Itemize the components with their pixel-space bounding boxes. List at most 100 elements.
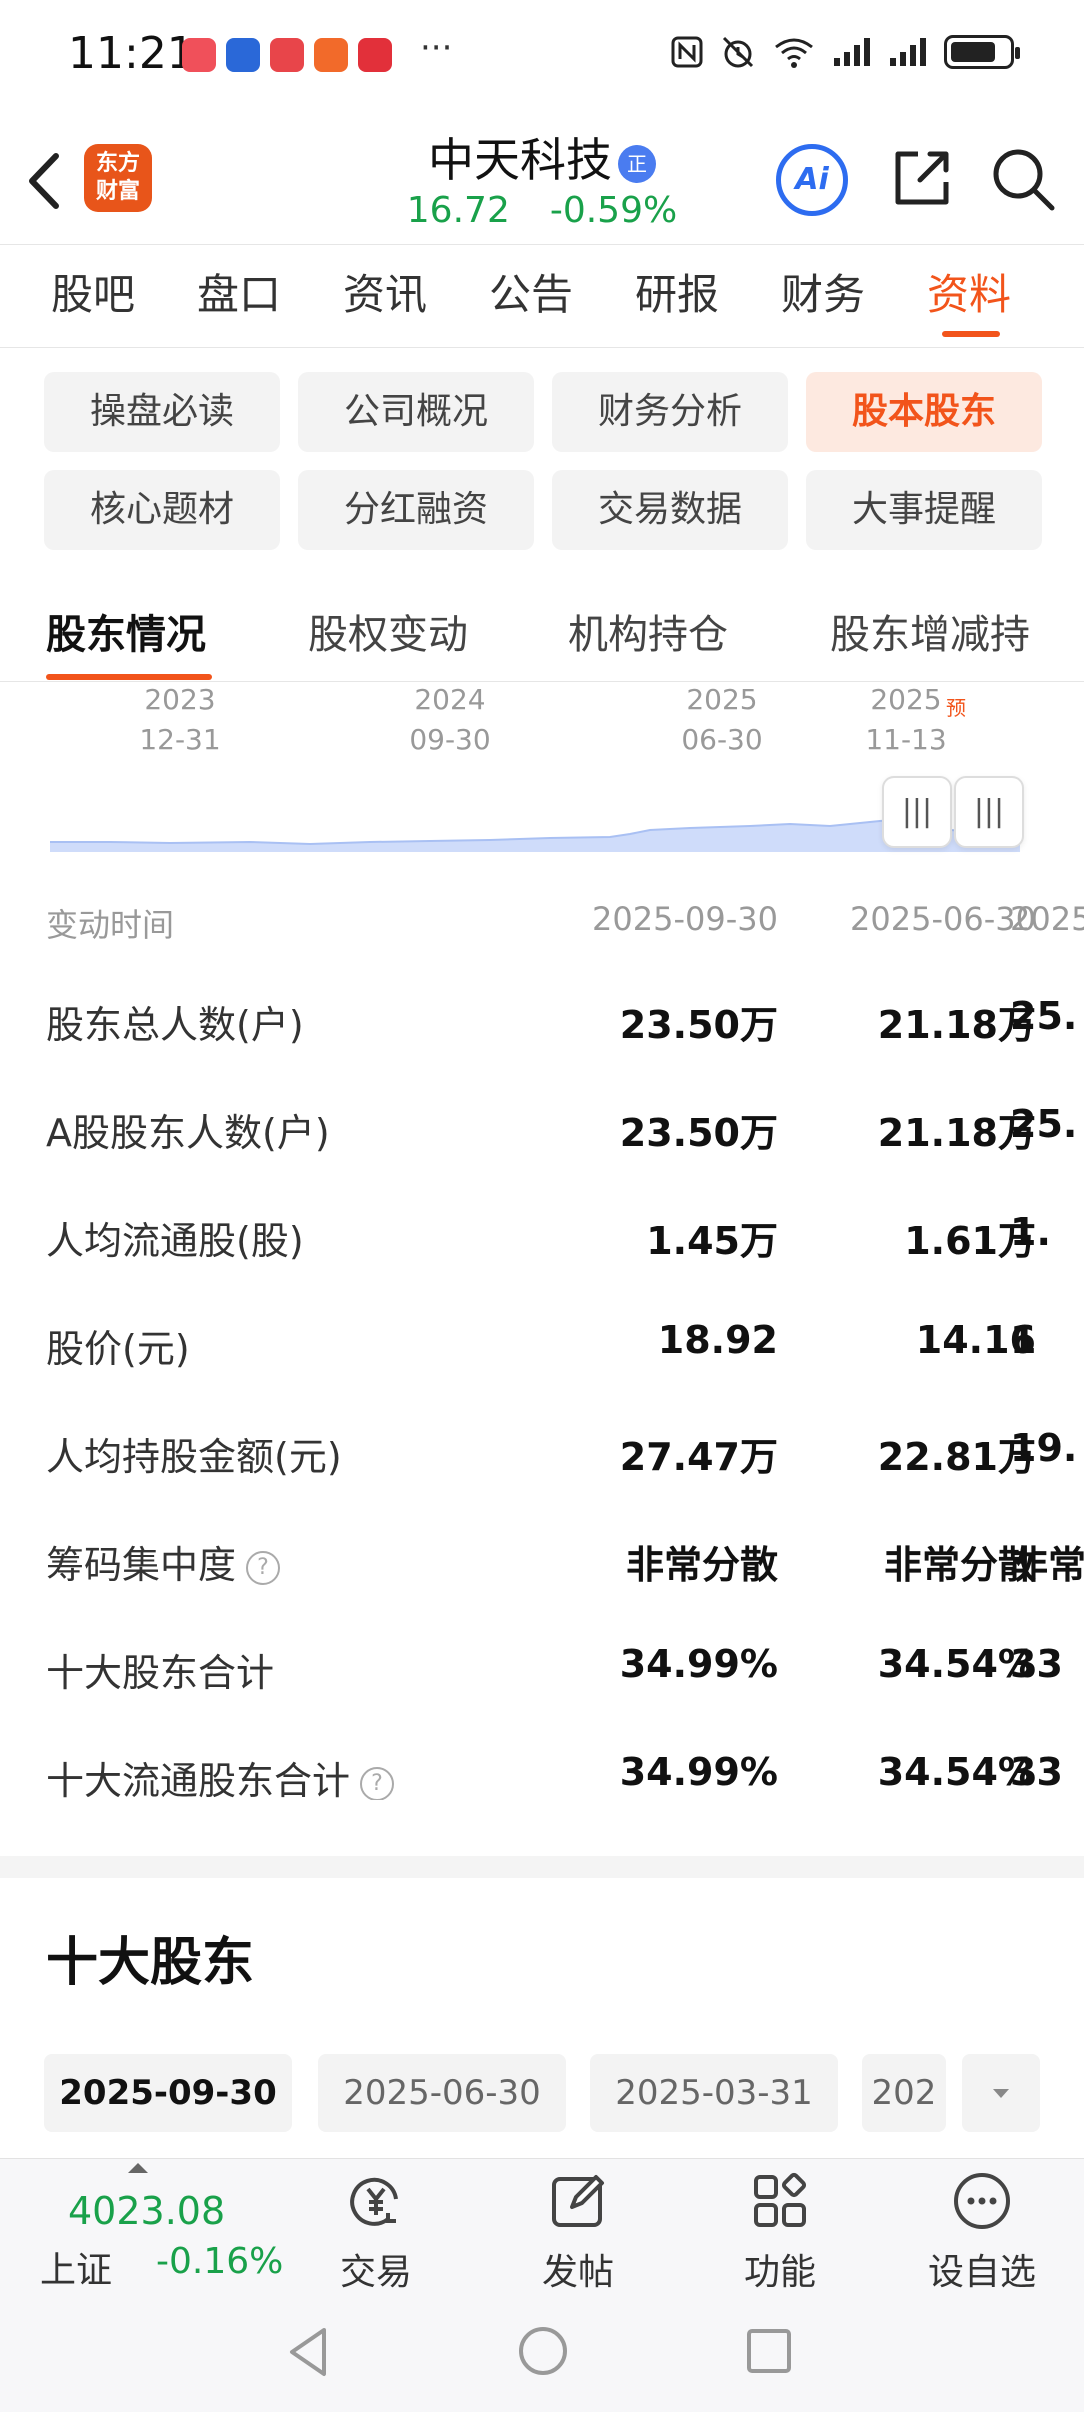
cell-signal-icon (890, 38, 926, 66)
grid-apps-icon (754, 2172, 807, 2227)
share-icon[interactable] (890, 146, 954, 210)
main-tabs: 股吧 盘口 资讯 公告 研报 财务 资料 (0, 244, 1084, 348)
row-label: 筹码集中度 (46, 1543, 237, 1587)
add-watchlist-label: 设自选 (927, 2252, 1036, 2293)
cell-value: 27.47万 (619, 1435, 778, 1479)
cell-value: 23.50万 (619, 1111, 778, 1155)
trade-button[interactable]: 交易 (306, 2169, 446, 2295)
cell-value: 19. (1010, 1426, 1078, 1470)
row-label: 人均流通股(股) (46, 1219, 304, 1263)
tab-pankou[interactable]: 盘口 (166, 245, 312, 347)
stock-change: -0.59% (549, 190, 678, 231)
battery-icon (944, 35, 1020, 69)
date-chip[interactable]: 202 (862, 2054, 946, 2132)
status-time: 11:21 (68, 28, 195, 79)
header-date-col3: 2025-0 (1010, 900, 1084, 938)
subtab-holding-changes[interactable]: 股东增减持 (830, 602, 1030, 660)
cell-value: 21.18万 (877, 1003, 1036, 1047)
timeline-label: 2024 09-30 (409, 683, 491, 756)
table-row: A股股东人数(户) 23.50万 21.18万 25. (0, 1102, 1084, 1182)
table-row: 十大股东合计 34.99% 34.54% 33 (0, 1642, 1084, 1722)
row-label: 股价(元) (46, 1327, 190, 1371)
section-divider (0, 1856, 1084, 1878)
subtab-shareholder-status[interactable]: 股东情况 (46, 602, 206, 660)
tab-finance[interactable]: 财务 (750, 245, 896, 347)
cell-value: 25. (1010, 1102, 1078, 1146)
tab-profile[interactable]: 资料 (896, 245, 1042, 347)
trade-icon (350, 2177, 398, 2226)
nav-home-icon[interactable] (516, 2324, 570, 2378)
stock-header: 东方 财富 中天科技正 16.72 -0.59% Ai (0, 110, 1084, 245)
search-icon[interactable] (990, 146, 1056, 212)
subtab-equity-changes[interactable]: 股权变动 (308, 602, 468, 660)
cell-value: 18.92 (657, 1318, 778, 1362)
top10-section-title: 十大股东 (46, 1933, 255, 1993)
index-change[interactable]: -0.16% (156, 2241, 283, 2282)
help-icon[interactable]: ? (360, 1766, 395, 1800)
date-chip[interactable]: 2025-09-30 (44, 2054, 292, 2132)
header-label: 变动时间 (46, 906, 175, 944)
index-name[interactable]: 上证 (40, 2241, 112, 2293)
cell-value: 非常 (1010, 1543, 1084, 1587)
row-label: 股东总人数(户) (46, 1003, 304, 1047)
cell-value: 非常分散 (883, 1543, 1036, 1587)
date-chip[interactable]: 2025-03-31 (590, 2054, 838, 2132)
status-app-icons (182, 38, 392, 72)
chip-core-themes[interactable]: 核心题材 (44, 470, 280, 550)
date-chip[interactable]: 2025-06-30 (318, 2054, 566, 2132)
timeline-range-handle-left[interactable]: ||| (882, 776, 952, 848)
table-row: 股东总人数(户) 23.50万 21.18万 25. (0, 994, 1084, 1074)
more-options-icon (954, 2173, 1010, 2229)
cell-value: 14.16 (915, 1318, 1036, 1362)
stock-price: 16.72 (406, 190, 510, 231)
chip-trading-data[interactable]: 交易数据 (552, 470, 788, 550)
tab-guba[interactable]: 股吧 (20, 245, 166, 347)
nav-recents-icon[interactable] (744, 2326, 794, 2376)
tab-news[interactable]: 资讯 (312, 245, 458, 347)
add-watchlist-button[interactable]: 设自选 (912, 2169, 1052, 2295)
trade-label: 交易 (339, 2252, 412, 2293)
help-icon[interactable]: ? (246, 1550, 281, 1585)
table-row: 人均流通股(股) 1.45万 1.61万 1. (0, 1210, 1084, 1290)
post-button[interactable]: 发帖 (508, 2169, 648, 2295)
chip-shareholders[interactable]: 股本股东 (806, 372, 1042, 452)
row-label: 人均持股金额(元) (46, 1435, 342, 1479)
subtab-institutional-holdings[interactable]: 机构持仓 (568, 602, 728, 660)
cell-value: 34.99% (619, 1750, 778, 1794)
tab-research[interactable]: 研报 (604, 245, 750, 347)
top10-date-selector: 2025-09-30 2025-06-30 2025-03-31 202 (44, 2054, 1084, 2134)
table-row: 筹码集中度? 非常分散 非常分散 非常 (0, 1534, 1084, 1614)
app-notification-icon (270, 38, 304, 72)
date-dropdown-button[interactable] (962, 2054, 1040, 2132)
timeline-label: 2023 12-31 (139, 683, 221, 756)
row-label-with-help: 十大流通股东合计? (46, 1750, 395, 1800)
more-notifications-icon: ··· (420, 28, 453, 68)
functions-button[interactable]: 功能 (710, 2169, 850, 2295)
cell-value: 22.81万 (877, 1435, 1036, 1479)
table-header-row: 变动时间 2025-09-30 2025-06-30 2025-0 (0, 900, 1084, 980)
expand-caret-icon[interactable] (128, 2163, 148, 2173)
ai-assistant-button[interactable]: Ai (776, 144, 848, 216)
chip-trading-guide[interactable]: 操盘必读 (44, 372, 280, 452)
cell-value: 1.61万 (904, 1219, 1036, 1263)
chip-company-overview[interactable]: 公司概况 (298, 372, 534, 452)
shareholder-stats-table: 变动时间 2025-09-30 2025-06-30 2025-0 股东总人数(… (0, 900, 1084, 1800)
cell-value: 1. (1010, 1210, 1051, 1254)
timeline-sparkline (50, 818, 1020, 852)
header-date-col1: 2025-09-30 (592, 900, 778, 938)
shareholder-sub-tabs: 股东情况 股权变动 机构持仓 股东增减持 (0, 582, 1084, 682)
cell-value: 34.54% (877, 1642, 1036, 1686)
cell-value: 1.45万 (646, 1219, 778, 1263)
cell-value: 23.50万 (619, 1003, 778, 1047)
tab-announcements[interactable]: 公告 (458, 245, 604, 347)
bottom-toolbar: 4023.08 上证 -0.16% 交易 发帖 功能 设自选 (0, 2158, 1084, 2294)
index-value[interactable]: 4023.08 (68, 2189, 225, 2233)
nav-back-icon[interactable] (284, 2324, 334, 2380)
chip-dividends[interactable]: 分红融资 (298, 470, 534, 550)
chip-financial-analysis[interactable]: 财务分析 (552, 372, 788, 452)
chip-events[interactable]: 大事提醒 (806, 470, 1042, 550)
status-indicators (670, 34, 1020, 70)
cell-value: 1 (1010, 1318, 1037, 1362)
timeline-range-handle-right[interactable]: ||| (954, 776, 1024, 848)
post-label: 发帖 (541, 2252, 614, 2293)
